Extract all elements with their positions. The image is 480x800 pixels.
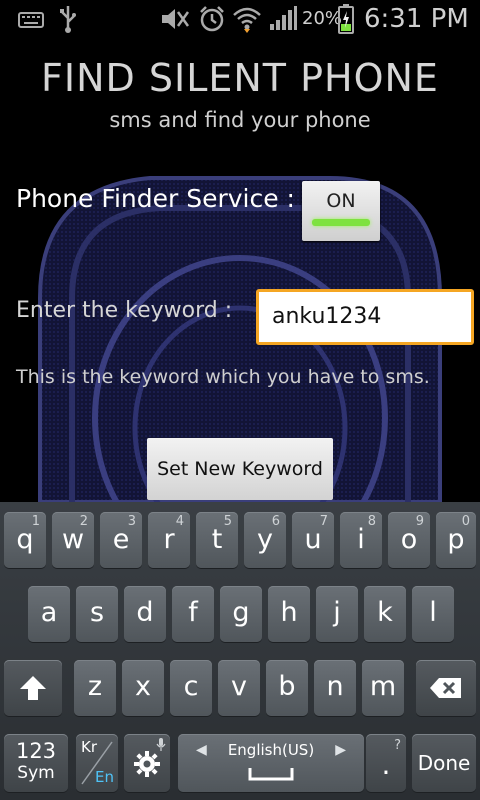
microphone-icon	[156, 738, 166, 751]
space-key[interactable]: ◀ English(US) ▶	[178, 734, 364, 792]
symbols-key[interactable]: 123 Sym	[4, 734, 68, 792]
spacebar-icon	[248, 768, 294, 781]
key-r[interactable]: 4r	[148, 512, 190, 568]
settings-key[interactable]	[124, 734, 170, 792]
page-title: FIND SILENT PHONE	[41, 56, 439, 100]
key-v[interactable]: v	[218, 660, 260, 716]
battery-charging-icon	[338, 4, 354, 34]
toggle-indicator	[312, 219, 370, 226]
done-key[interactable]: Done	[412, 734, 476, 792]
keyword-hint: This is the keyword which you have to sm…	[16, 366, 430, 388]
key-w[interactable]: 2w	[52, 512, 94, 568]
key-k[interactable]: k	[364, 586, 406, 642]
app-screen: FIND SILENT PHONE sms and find your phon…	[0, 38, 480, 502]
key-c[interactable]: c	[170, 660, 212, 716]
key-h[interactable]: h	[268, 586, 310, 642]
key-a[interactable]: a	[28, 586, 70, 642]
key-l[interactable]: l	[412, 586, 454, 642]
signal-icon	[268, 6, 298, 32]
key-s[interactable]: s	[76, 586, 118, 642]
key-g[interactable]: g	[220, 586, 262, 642]
keyboard-icon	[18, 8, 44, 34]
key-y[interactable]: 6y	[244, 512, 286, 568]
key-f[interactable]: f	[172, 586, 214, 642]
backspace-icon	[430, 678, 461, 698]
key-n[interactable]: n	[314, 660, 356, 716]
key-b[interactable]: b	[266, 660, 308, 716]
keyword-input[interactable]: anku1234	[256, 289, 474, 345]
mute-icon	[158, 6, 192, 32]
alarm-icon	[198, 5, 226, 32]
page-subtitle: sms and find your phone	[109, 108, 371, 132]
key-u[interactable]: 7u	[292, 512, 334, 568]
key-z[interactable]: z	[74, 660, 116, 716]
shift-key[interactable]	[4, 660, 62, 716]
key-d[interactable]: d	[124, 586, 166, 642]
key-q[interactable]: 1q	[4, 512, 46, 568]
toggle-state-label: ON	[326, 190, 356, 212]
backspace-key[interactable]	[416, 660, 476, 716]
gear-icon	[134, 751, 160, 777]
set-new-keyword-button[interactable]: Set New Keyword	[147, 438, 333, 500]
service-label: Phone Finder Service :	[16, 184, 295, 213]
key-t[interactable]: 5t	[196, 512, 238, 568]
usb-icon	[58, 4, 78, 33]
key-m[interactable]: m	[362, 660, 404, 716]
period-key[interactable]: ? .	[366, 734, 406, 792]
clock: 6:31 PM	[364, 4, 469, 34]
key-e[interactable]: 3e	[100, 512, 142, 568]
key-i[interactable]: 8i	[340, 512, 382, 568]
battery-percent: 20%	[302, 8, 343, 29]
key-p[interactable]: 0p	[436, 512, 476, 568]
shift-icon	[20, 676, 46, 700]
key-x[interactable]: x	[122, 660, 164, 716]
service-toggle-button[interactable]: ON	[302, 181, 380, 241]
wifi-icon	[232, 5, 262, 33]
keyword-label: Enter the keyword :	[16, 298, 233, 323]
language-right-arrow-icon: ▶	[335, 742, 346, 758]
status-bar: 20% 6:31 PM	[0, 0, 480, 38]
language-key[interactable]: Kr En	[76, 734, 118, 792]
soft-keyboard: 1q 2w 3e 4r 5t 6y 7u 8i 9o 0p a s d f g …	[0, 502, 480, 800]
key-j[interactable]: j	[316, 586, 358, 642]
diagonal-divider-icon	[81, 741, 113, 785]
key-o[interactable]: 9o	[388, 512, 430, 568]
